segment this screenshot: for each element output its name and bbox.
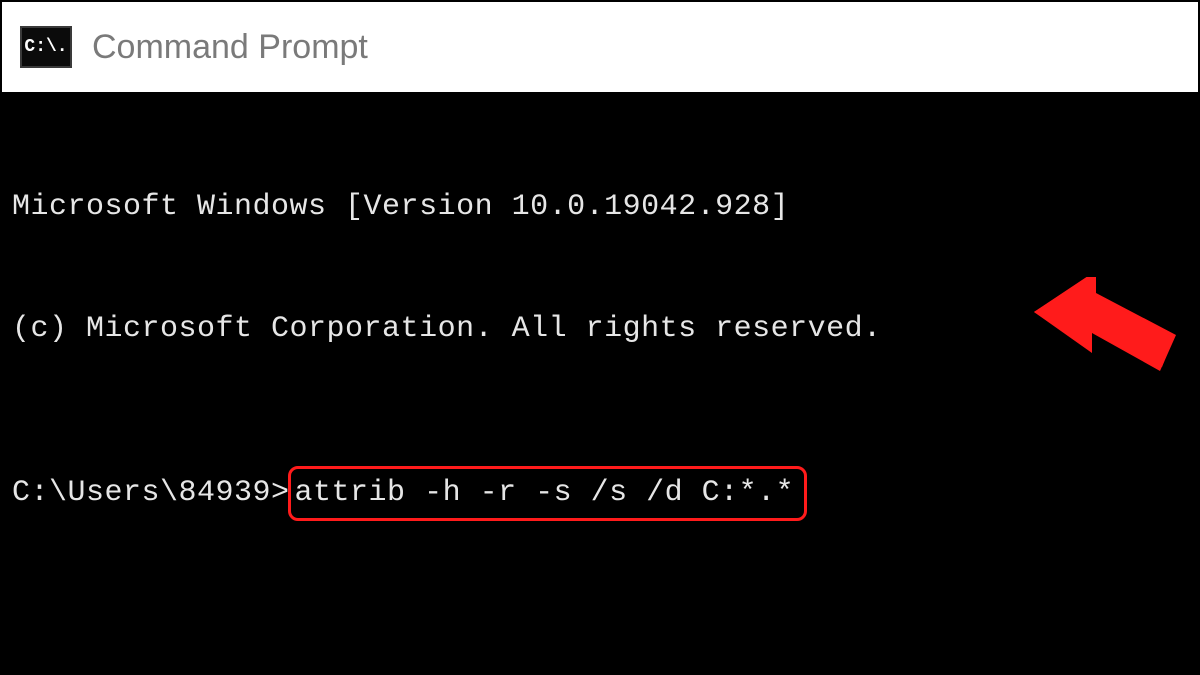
- window-title: Command Prompt: [92, 28, 368, 67]
- command-prompt-icon: C:\.: [20, 26, 72, 68]
- command-highlight-box: attrib -h -r -s /s /d C:*.*: [288, 466, 808, 521]
- banner-line-2: (c) Microsoft Corporation. All rights re…: [12, 309, 1188, 350]
- command-prompt-icon-text: C:\.: [24, 38, 67, 56]
- banner-line-1: Microsoft Windows [Version 10.0.19042.92…: [12, 187, 1188, 228]
- prompt-path: C:\Users\84939>: [12, 476, 290, 510]
- window-frame: C:\. Command Prompt Microsoft Windows [V…: [0, 0, 1200, 675]
- terminal-area[interactable]: Microsoft Windows [Version 10.0.19042.92…: [2, 92, 1198, 673]
- prompt-row: C:\Users\84939>attrib -h -r -s /s /d C:*…: [12, 466, 1188, 521]
- titlebar[interactable]: C:\. Command Prompt: [2, 2, 1198, 92]
- typed-command[interactable]: attrib -h -r -s /s /d C:*.*: [295, 476, 795, 510]
